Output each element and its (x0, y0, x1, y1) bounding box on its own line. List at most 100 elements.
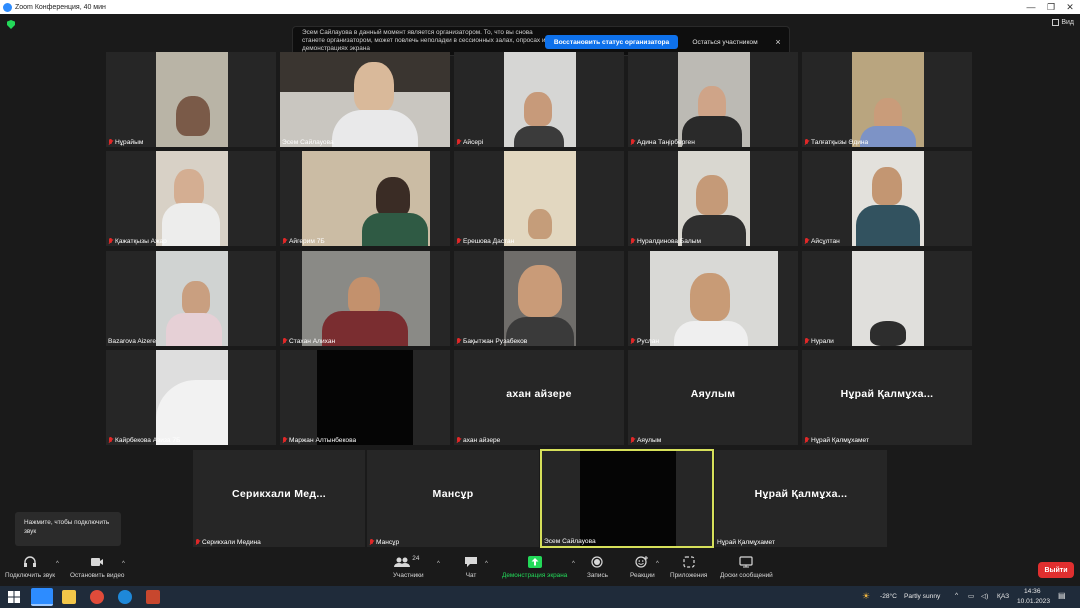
video-feed (302, 251, 430, 346)
join-audio-tooltip: Нажмите, чтобы подключить звук (15, 512, 121, 546)
participant-tile[interactable]: ахан айзере ахан айзере (454, 350, 624, 445)
video-feed (852, 151, 924, 246)
notifications-icon[interactable]: ▤ (1058, 591, 1066, 600)
close-window-icon[interactable]: ✕ (1060, 0, 1080, 14)
video-feed (156, 251, 228, 346)
file-explorer-icon[interactable] (62, 590, 76, 604)
participant-name: Мансұр (369, 539, 399, 546)
participant-tile[interactable]: Адина Таңірберген (628, 52, 798, 147)
participant-tile[interactable]: Стахан Алихан (280, 251, 450, 346)
language-indicator[interactable]: ҚАЗ (997, 593, 1009, 600)
stop-video-button[interactable]: Остановить видео (70, 556, 124, 579)
clock-date[interactable]: 10.01.2023 (1017, 598, 1050, 605)
weather-temp[interactable]: -28°C (880, 593, 897, 600)
chat-bubble-icon (464, 556, 478, 568)
zoom-taskbar-icon[interactable] (31, 588, 53, 606)
chrome-icon[interactable] (90, 590, 104, 604)
participants-button[interactable]: 24 Участники (393, 555, 424, 579)
participant-tile[interactable]: Нұрай Қалмұха... Нұрай Қалмұхамет (802, 350, 972, 445)
record-button[interactable]: Запись (587, 556, 608, 579)
participants-options-caret[interactable]: ^ (437, 561, 440, 567)
muted-mic-icon (108, 139, 113, 146)
participant-name: Ерешова Дастан (456, 238, 514, 245)
participant-name: Талғатқызы Әдина (804, 139, 868, 146)
participant-tile[interactable]: Айсұлтан (802, 151, 972, 246)
maximize-icon[interactable]: ❐ (1041, 0, 1061, 14)
encryption-shield-icon[interactable] (7, 20, 15, 29)
network-icon[interactable]: ▭ (968, 592, 974, 600)
participant-name: Эсем Сайлауова (544, 538, 596, 545)
volume-icon[interactable]: ◁) (981, 592, 988, 600)
participant-tile[interactable]: Маржан Алтынбекова (280, 350, 450, 445)
participant-tile[interactable]: Бақытжан Рузабеков (454, 251, 624, 346)
share-options-caret[interactable]: ^ (572, 561, 575, 567)
participant-name: Нұрай Қалмұхамет (717, 539, 775, 546)
share-screen-button[interactable]: Демонстрация экрана (502, 556, 567, 579)
clock-time[interactable]: 14:36 (1024, 588, 1041, 595)
muted-mic-icon (630, 238, 635, 245)
window-title: Zoom Конференция, 40 мин (15, 3, 106, 11)
reclaim-host-button[interactable]: Восстановить статус организатора (545, 35, 678, 49)
meeting-toolbar: Подключить звук ^ Остановить видео ^ 24 … (0, 552, 1080, 586)
participant-name: Руслан (630, 338, 659, 345)
share-screen-label: Демонстрация экрана (502, 572, 568, 579)
whiteboards-button[interactable]: Доски сообщений (720, 556, 773, 579)
video-options-caret[interactable]: ^ (122, 561, 125, 567)
stop-video-label: Остановить видео (70, 572, 125, 579)
participant-tile[interactable]: Қажатқызы Ажар (106, 151, 276, 246)
share-screen-icon (527, 556, 542, 568)
participant-tile[interactable]: Руслан (628, 251, 798, 346)
participant-tile[interactable]: Талғатқызы Әдина (802, 52, 972, 147)
participant-tile[interactable]: Нұрайым (106, 52, 276, 147)
chat-options-caret[interactable]: ^ (485, 561, 488, 567)
reactions-options-caret[interactable]: ^ (656, 561, 659, 567)
participant-tile[interactable]: Айгерим 7Б (280, 151, 450, 246)
stay-participant-button[interactable]: Остаться участником (685, 35, 765, 49)
video-feed (580, 451, 676, 546)
active-speaker-tile[interactable]: Эсем Сайлауова (540, 449, 714, 548)
participant-tile[interactable]: Эсем Сайлауова (280, 52, 450, 147)
video-feed (504, 251, 576, 346)
minimize-icon[interactable]: — (1021, 0, 1041, 14)
participant-tile[interactable]: Ерешова Дастан (454, 151, 624, 246)
participant-tile[interactable]: Серикхали Мед... Серикхали Медина (193, 450, 365, 547)
muted-mic-icon (108, 238, 113, 245)
apps-button[interactable]: Приложения (670, 556, 707, 579)
windows-start-icon[interactable] (8, 590, 22, 604)
view-button[interactable]: Вид (1052, 19, 1074, 26)
leave-button[interactable]: Выйти (1038, 562, 1074, 578)
participant-tile[interactable]: Мансұр Мансұр (367, 450, 539, 547)
video-feed (852, 251, 924, 346)
show-hidden-icons-icon[interactable]: ^ (955, 592, 958, 599)
view-label: Вид (1061, 19, 1074, 26)
video-feed (156, 52, 228, 147)
participant-tile[interactable]: Айсері (454, 52, 624, 147)
participant-display-name: Аяулым (690, 388, 736, 400)
video-feed (317, 350, 413, 445)
participant-tile[interactable]: Аяулым Аяулым (628, 350, 798, 445)
video-camera-icon (90, 556, 104, 568)
participant-tile[interactable]: Нурали (802, 251, 972, 346)
join-audio-button[interactable]: Подключить звук (5, 556, 55, 579)
muted-mic-icon (282, 238, 287, 245)
headphones-icon (23, 556, 37, 568)
participant-tile[interactable]: Bazarova Aizere (106, 251, 276, 346)
chat-button[interactable]: Чат (464, 556, 478, 579)
audio-options-caret[interactable]: ^ (56, 561, 59, 567)
participant-tile[interactable]: Нұрай Қалмұха... Нұрай Қалмұхамет (715, 450, 887, 547)
participant-name: Маржан Алтынбекова (282, 437, 356, 444)
join-audio-label: Подключить звук (5, 572, 56, 579)
edge-icon[interactable] (118, 590, 132, 604)
reactions-label: Реакции (630, 572, 655, 579)
participant-name: Айгерим 7Б (282, 238, 325, 245)
whiteboards-label: Доски сообщений (720, 572, 773, 579)
participant-tile[interactable]: Нуралдинова Балым (628, 151, 798, 246)
video-feed (678, 151, 750, 246)
reactions-button[interactable]: Реакции (630, 556, 655, 579)
apps-icon (682, 556, 696, 568)
participant-name: Нұрай Қалмұхамет (804, 437, 869, 444)
powerpoint-icon[interactable] (146, 590, 160, 604)
close-notice-icon[interactable]: × (771, 35, 785, 49)
participant-tile[interactable]: Кайрбекова Азиза 7Б (106, 350, 276, 445)
weather-text[interactable]: Partly sunny (904, 593, 940, 600)
